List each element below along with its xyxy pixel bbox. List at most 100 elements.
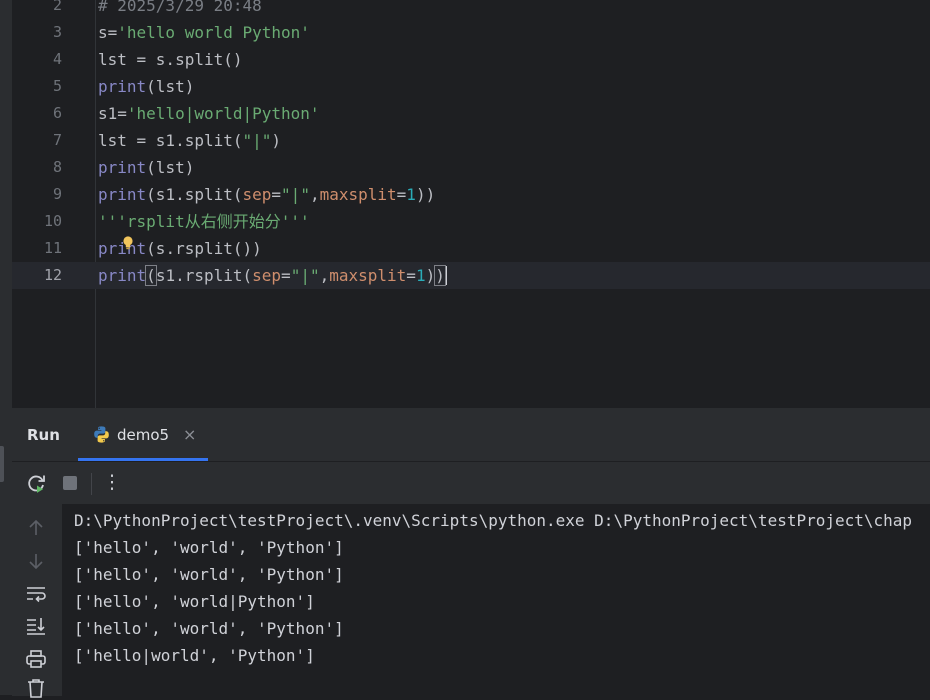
code-editor[interactable]: 2 # 2025/3/29 20:48 3 s='hello world Python… (12, 0, 930, 408)
code-line[interactable]: 5 print(lst) (12, 73, 930, 100)
code-text: lst = s1.split("|") (98, 127, 281, 154)
code-token: "|" (242, 131, 272, 150)
code-line[interactable]: 3 s='hello world Python' (12, 19, 930, 46)
trash-icon[interactable] (24, 676, 48, 700)
run-side-toolbar (12, 504, 62, 698)
more-icon[interactable]: ⋮ (100, 470, 124, 494)
rerun-icon[interactable] (25, 471, 49, 495)
code-token: print (98, 158, 147, 177)
python-icon (94, 426, 109, 443)
code-token: 1 (406, 185, 416, 204)
line-number: 3 (52, 23, 62, 41)
code-token: 'hello|world|Python' (126, 104, 320, 123)
code-text: # 2025/3/29 20:48 (98, 0, 262, 19)
console-line: ['hello', 'world|Python'] (74, 592, 315, 611)
code-token: s1= (98, 104, 127, 123)
code-token: s1.rsplit( (155, 266, 253, 285)
line-number: 4 (52, 50, 62, 68)
code-line[interactable]: 8 print(lst) (12, 154, 930, 181)
toolbar-separator (91, 473, 92, 495)
line-number: 7 (52, 131, 62, 149)
scroll-up-icon[interactable] (24, 516, 48, 540)
scroll-to-end-icon[interactable] (24, 614, 48, 638)
code-token: )) (415, 185, 436, 204)
console-line: D:\PythonProject\testProject\.venv\Scrip… (74, 511, 913, 530)
line-number: 10 (43, 212, 62, 230)
code-token: '''rsplit从右侧开始分''' (98, 212, 310, 231)
code-text: print(lst) (98, 73, 194, 100)
line-number: 6 (52, 104, 62, 122)
text-caret (444, 266, 447, 285)
code-text: print(s1.split(sep="|",maxsplit=1)) (98, 181, 435, 208)
code-token: = (281, 266, 291, 285)
code-token: # 2025/3/29 20:48 (98, 0, 262, 15)
code-token: = (271, 185, 282, 204)
run-tab-label: demo5 (117, 426, 170, 444)
soft-wrap-icon[interactable] (24, 582, 48, 606)
code-token: sep (252, 266, 282, 285)
run-tab-demo5[interactable]: demo5 × (78, 409, 208, 461)
console-line: ['hello', 'world', 'Python'] (74, 538, 344, 557)
code-token: print (98, 266, 147, 285)
console-line: ['hello', 'world', 'Python'] (74, 619, 344, 638)
code-token: (lst) (146, 158, 195, 177)
code-token: ) (434, 265, 446, 286)
code-token: ) (271, 131, 282, 150)
code-line[interactable]: 12 print(s1.rsplit(sep="|",maxsplit=1)) (12, 262, 930, 289)
code-line[interactable]: 9 print(s1.split(sep="|",maxsplit=1)) (12, 181, 930, 208)
window-left-edge (0, 0, 12, 695)
code-text: s='hello world Python' (98, 19, 310, 46)
lightbulb-icon[interactable] (122, 236, 134, 250)
line-number: 11 (43, 239, 62, 257)
print-icon[interactable] (24, 647, 48, 671)
line-number: 2 (52, 0, 62, 14)
code-line[interactable]: 2 # 2025/3/29 20:48 (12, 0, 930, 19)
run-title: Run (27, 426, 60, 444)
stop-icon[interactable] (58, 471, 82, 495)
code-token: = (406, 266, 416, 285)
run-header: Run demo5 × (12, 409, 930, 462)
code-line[interactable]: 10 '''rsplit从右侧开始分''' (12, 208, 930, 235)
code-token: , (309, 185, 320, 204)
line-number: 5 (52, 77, 62, 95)
code-token: s= (98, 23, 118, 42)
console-line: ['hello', 'world', 'Python'] (74, 565, 344, 584)
code-line[interactable]: 6 s1='hello|world|Python' (12, 100, 930, 127)
code-line[interactable]: 7 lst = s1.split("|") (12, 127, 930, 154)
console-line: ['hello|world', 'Python'] (74, 646, 315, 665)
code-token: lst = s1.split( (98, 131, 243, 150)
code-token: maxsplit (319, 185, 397, 204)
code-token: 'hello world Python' (117, 23, 310, 42)
close-icon[interactable]: × (183, 425, 196, 444)
code-text: print(s1.rsplit(sep="|",maxsplit=1)) (98, 262, 447, 289)
code-token: (lst) (146, 77, 195, 96)
code-token: ) (425, 266, 436, 285)
code-token: sep (242, 185, 272, 204)
code-text: s1='hello|world|Python' (98, 100, 320, 127)
code-line[interactable]: 4 lst = s.split() (12, 46, 930, 73)
code-text: lst = s.split() (98, 46, 243, 73)
code-token: (s.rsplit()) (146, 239, 262, 258)
code-token: ( (145, 265, 157, 286)
code-token: lst = s.split() (98, 50, 243, 69)
code-token: maxsplit (329, 266, 407, 285)
code-text: '''rsplit从右侧开始分''' (98, 208, 310, 235)
code-token: print (98, 77, 147, 96)
code-token: "|" (290, 266, 320, 285)
code-token: print (98, 185, 147, 204)
code-text: print(lst) (98, 154, 194, 181)
run-toolbar: ⋮ (12, 462, 930, 504)
line-number: 8 (52, 158, 62, 176)
console-output[interactable]: D:\PythonProject\testProject\.venv\Scrip… (74, 504, 930, 696)
line-number: 12 (43, 266, 62, 284)
code-token: = (396, 185, 407, 204)
code-token: "|" (281, 185, 310, 204)
code-line[interactable]: 11 print(s.rsplit()) (12, 235, 930, 262)
resize-handle[interactable] (0, 446, 4, 482)
scroll-down-icon[interactable] (24, 549, 48, 573)
code-token: 1 (415, 266, 426, 285)
code-token: (s1.split( (146, 185, 243, 204)
run-tool-window: Run demo5 × ⋮ D:\PythonProject\testProje… (12, 408, 930, 698)
code-token: , (319, 266, 330, 285)
line-number: 9 (52, 185, 62, 203)
